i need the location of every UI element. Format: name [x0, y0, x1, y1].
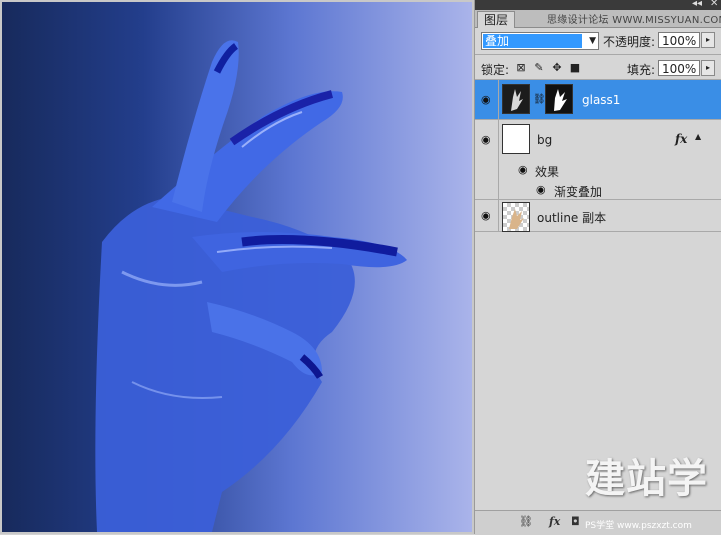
collapse-icon[interactable]: ◂◂ [692, 0, 702, 9]
lock-transparent-icon[interactable]: ⊠ [515, 62, 527, 74]
eye-icon[interactable]: ◉ [536, 184, 550, 195]
add-layer-style-icon[interactable]: fx [549, 515, 560, 528]
layer-row-glass1[interactable]: ◉ ⛓ glass1 [475, 80, 721, 120]
divider [475, 54, 721, 55]
blend-opacity-row: 叠加 ▼ 不透明度: 100% ▸ [475, 29, 721, 53]
link-chain-icon[interactable]: ⛓ [533, 94, 546, 105]
panel-title-bar: ◂◂ ✕ [475, 0, 721, 10]
effect-name[interactable]: 渐变叠加 [554, 183, 602, 200]
lock-brush-icon[interactable]: ✎ [533, 62, 545, 74]
layer-thumbnail[interactable] [502, 84, 530, 114]
visibility-column [475, 180, 499, 199]
layer-name[interactable]: outline 副本 [537, 209, 606, 226]
expand-effects-icon[interactable]: ▲ [695, 132, 701, 141]
canvas-image[interactable] [2, 2, 472, 532]
eye-icon[interactable]: ◉ [481, 134, 495, 145]
layer-effects-fx-icon[interactable]: fx [675, 132, 687, 146]
brand-watermark: 建站学 [585, 456, 708, 502]
lock-all-icon[interactable]: ■ [569, 62, 581, 74]
layer-name[interactable]: glass1 [582, 93, 620, 107]
layer-name[interactable]: bg [537, 133, 552, 147]
layer-row-outline-copy[interactable]: ◉ outline 副本 [475, 200, 721, 232]
blend-mode-select[interactable]: 叠加 ▼ [481, 32, 599, 50]
panel-tab-bar: 图层 思缘设计论坛 WWW.MISSYUAN.COM [475, 10, 721, 28]
layer-mask-thumbnail[interactable] [545, 84, 573, 114]
eye-icon[interactable]: ◉ [518, 164, 532, 175]
eye-icon[interactable]: ◉ [481, 94, 495, 105]
site-footer-text: PS学堂 www.pszxzt.com [585, 521, 692, 531]
fill-stepper[interactable]: ▸ [701, 60, 715, 76]
visibility-column [475, 160, 499, 180]
document-canvas-area[interactable] [0, 0, 474, 534]
opacity-label: 不透明度: [603, 35, 656, 49]
lock-move-icon[interactable]: ✥ [551, 62, 563, 74]
add-mask-icon[interactable]: ◘ [571, 515, 580, 528]
close-icon[interactable]: ✕ [710, 0, 718, 9]
eye-icon[interactable]: ◉ [481, 210, 495, 221]
lock-label: 锁定: [481, 63, 510, 77]
layer-row-bg[interactable]: ◉ bg fx ▲ [475, 120, 721, 160]
effects-row[interactable]: ◉ 效果 [475, 160, 721, 180]
link-layers-icon[interactable]: ⛓ [519, 515, 533, 528]
watermark-text: 思缘设计论坛 WWW.MISSYUAN.COM [547, 15, 721, 26]
tab-layers[interactable]: 图层 [477, 11, 516, 28]
chevron-down-icon: ▼ [589, 36, 596, 46]
opacity-stepper[interactable]: ▸ [701, 32, 715, 48]
layer-thumbnail[interactable] [502, 124, 530, 154]
layers-panel-footer: ⛓ fx ◘ PS学堂 www.pszxzt.com [475, 510, 721, 535]
gradient-overlay-row[interactable]: ◉ 渐变叠加 [475, 180, 721, 200]
blend-mode-value: 叠加 [483, 34, 582, 48]
effects-label: 效果 [535, 165, 560, 179]
layer-thumbnail[interactable] [502, 202, 530, 232]
glass-hand-artwork [95, 40, 407, 532]
fill-input[interactable]: 100% [658, 60, 700, 76]
fill-label: 填充: [627, 63, 656, 77]
opacity-input[interactable]: 100% [658, 32, 700, 48]
